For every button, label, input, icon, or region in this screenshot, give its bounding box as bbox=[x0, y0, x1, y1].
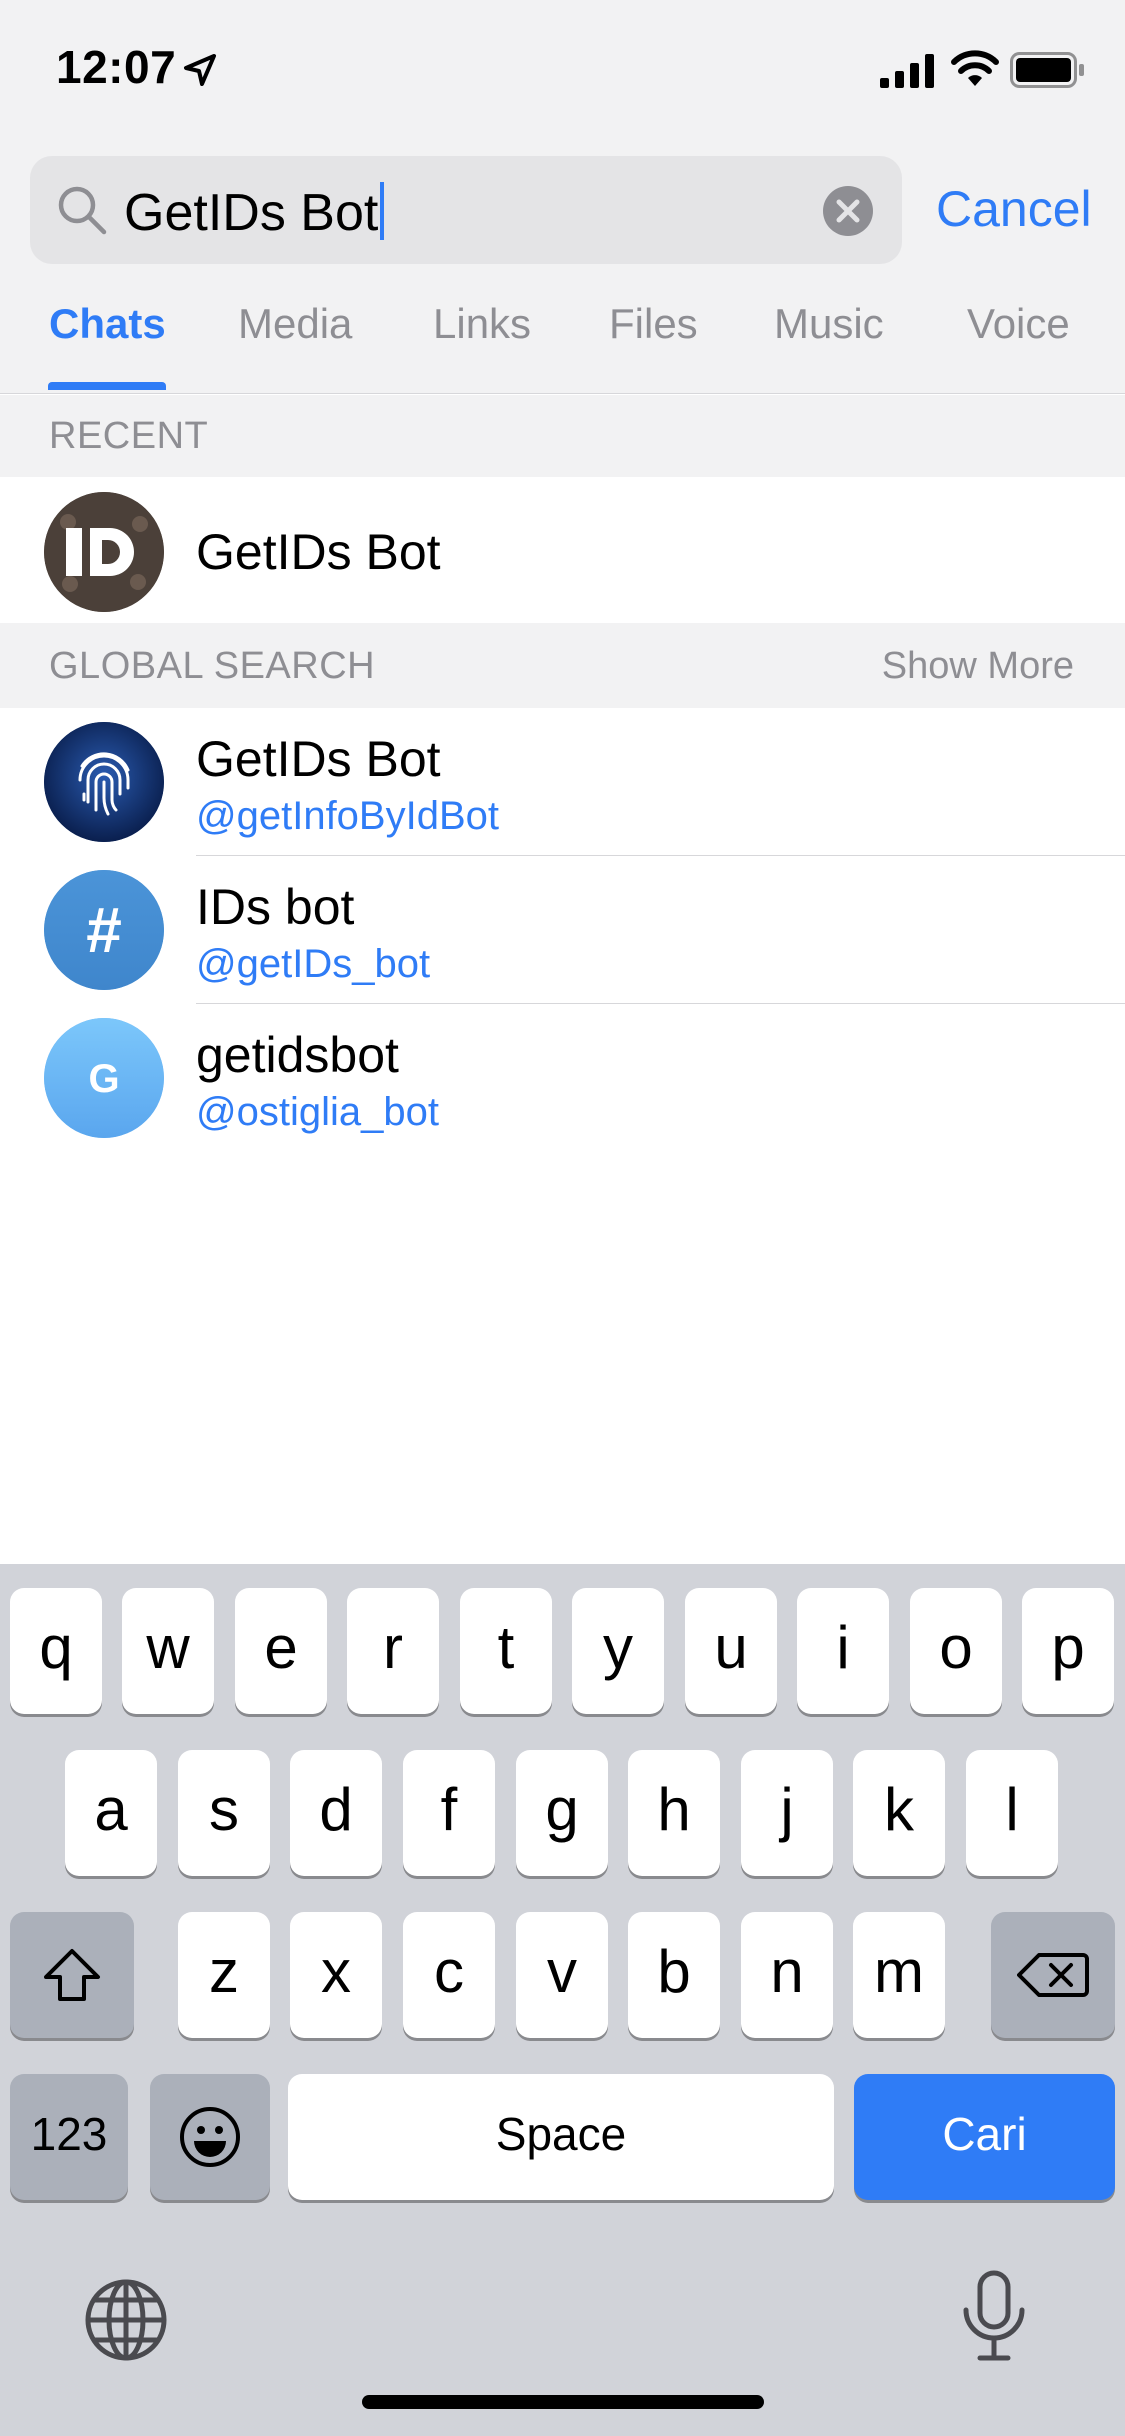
avatar-initial: # bbox=[86, 894, 122, 966]
key-m[interactable]: m bbox=[853, 1912, 945, 2038]
result-username: @getInfoByIdBot bbox=[196, 794, 500, 838]
wifi-icon bbox=[951, 50, 999, 86]
search-filter-tabs: Chats Media Links Files Music Voice bbox=[0, 292, 1125, 394]
keyboard: q w e r t y u i o p a s d f g h j k l z … bbox=[0, 1564, 1125, 2436]
result-title: GetIDs Bot bbox=[196, 731, 441, 787]
tab-links[interactable]: Links bbox=[433, 300, 531, 348]
search-header: 12:07 GetIDs Bot Cancel Chats Media Link… bbox=[0, 0, 1125, 394]
globe-icon[interactable] bbox=[84, 2278, 168, 2362]
location-arrow-icon bbox=[184, 54, 216, 86]
avatar-initial: G bbox=[88, 1057, 119, 1101]
avatar: G bbox=[44, 1018, 164, 1138]
global-search-section-header: GLOBAL SEARCH Show More bbox=[0, 623, 1125, 708]
search-input[interactable]: GetIDs Bot bbox=[124, 182, 385, 243]
key-a[interactable]: a bbox=[65, 1750, 157, 1876]
key-x[interactable]: x bbox=[290, 1912, 382, 2038]
emoji-icon bbox=[180, 2107, 240, 2167]
tab-voice[interactable]: Voice bbox=[967, 300, 1070, 348]
status-bar: 12:07 bbox=[0, 0, 1125, 140]
shift-key[interactable] bbox=[10, 1912, 134, 2038]
cellular-signal-icon bbox=[880, 54, 934, 88]
key-r[interactable]: r bbox=[347, 1588, 439, 1714]
key-j[interactable]: j bbox=[741, 1750, 833, 1876]
cancel-button[interactable]: Cancel bbox=[936, 180, 1092, 238]
key-e[interactable]: e bbox=[235, 1588, 327, 1714]
hashtag-avatar: # bbox=[44, 870, 164, 990]
microphone-icon[interactable] bbox=[960, 2270, 1028, 2362]
recent-item[interactable]: GetIDs Bot bbox=[0, 477, 1125, 623]
tab-music[interactable]: Music bbox=[774, 300, 884, 348]
key-v[interactable]: v bbox=[516, 1912, 608, 2038]
search-field[interactable]: GetIDs Bot bbox=[30, 156, 902, 264]
key-w[interactable]: w bbox=[122, 1588, 214, 1714]
active-tab-indicator bbox=[48, 382, 166, 390]
key-g[interactable]: g bbox=[516, 1750, 608, 1876]
key-z[interactable]: z bbox=[178, 1912, 270, 2038]
global-search-section-title: GLOBAL SEARCH bbox=[49, 645, 376, 687]
recent-section-header: RECENT bbox=[0, 395, 1125, 477]
key-f[interactable]: f bbox=[403, 1750, 495, 1876]
chat-title: GetIDs Bot bbox=[196, 524, 441, 580]
space-key[interactable]: Space bbox=[288, 2074, 834, 2200]
search-icon bbox=[58, 186, 107, 235]
result-title: getidsbot bbox=[196, 1027, 399, 1083]
tab-files[interactable]: Files bbox=[609, 300, 698, 348]
home-indicator[interactable] bbox=[362, 2395, 764, 2409]
clear-search-icon[interactable] bbox=[823, 186, 873, 236]
tab-media[interactable]: Media bbox=[238, 300, 352, 348]
key-q[interactable]: q bbox=[10, 1588, 102, 1714]
text-cursor bbox=[380, 182, 385, 240]
battery-icon bbox=[1010, 52, 1084, 88]
key-l[interactable]: l bbox=[966, 1750, 1058, 1876]
avatar bbox=[44, 722, 164, 842]
numbers-key[interactable]: 123 bbox=[10, 2074, 128, 2200]
result-title: IDs bot bbox=[196, 879, 355, 935]
key-y[interactable]: y bbox=[572, 1588, 664, 1714]
letter-avatar: G bbox=[44, 1018, 164, 1138]
global-search-item[interactable]: G getidsbot @ostiglia_bot bbox=[0, 1004, 1125, 1152]
key-s[interactable]: s bbox=[178, 1750, 270, 1876]
key-t[interactable]: t bbox=[460, 1588, 552, 1714]
global-search-item[interactable]: # IDs bot @getIDs_bot bbox=[0, 856, 1125, 1004]
key-c[interactable]: c bbox=[403, 1912, 495, 2038]
status-time: 12:07 bbox=[56, 41, 177, 93]
fingerprint-icon bbox=[44, 722, 164, 842]
emoji-key[interactable] bbox=[150, 2074, 270, 2200]
key-i[interactable]: i bbox=[797, 1588, 889, 1714]
backspace-key[interactable] bbox=[991, 1912, 1115, 2038]
key-u[interactable]: u bbox=[685, 1588, 777, 1714]
key-p[interactable]: p bbox=[1022, 1588, 1114, 1714]
key-o[interactable]: o bbox=[910, 1588, 1002, 1714]
result-username: @ostiglia_bot bbox=[196, 1090, 439, 1134]
search-return-key[interactable]: Cari bbox=[854, 2074, 1115, 2200]
shift-icon bbox=[44, 1949, 100, 2001]
show-more-button[interactable]: Show More bbox=[882, 645, 1074, 688]
recent-section-title: RECENT bbox=[49, 415, 209, 457]
backspace-icon bbox=[1017, 1953, 1089, 1997]
result-username: @getIDs_bot bbox=[196, 942, 431, 986]
avatar bbox=[44, 492, 164, 612]
avatar: # bbox=[44, 870, 164, 990]
key-k[interactable]: k bbox=[853, 1750, 945, 1876]
key-n[interactable]: n bbox=[741, 1912, 833, 2038]
tab-chats[interactable]: Chats bbox=[49, 300, 166, 348]
key-h[interactable]: h bbox=[628, 1750, 720, 1876]
key-d[interactable]: d bbox=[290, 1750, 382, 1876]
key-b[interactable]: b bbox=[628, 1912, 720, 2038]
global-search-item[interactable]: GetIDs Bot @getInfoByIdBot bbox=[0, 708, 1125, 856]
id-logo-icon bbox=[44, 492, 164, 612]
